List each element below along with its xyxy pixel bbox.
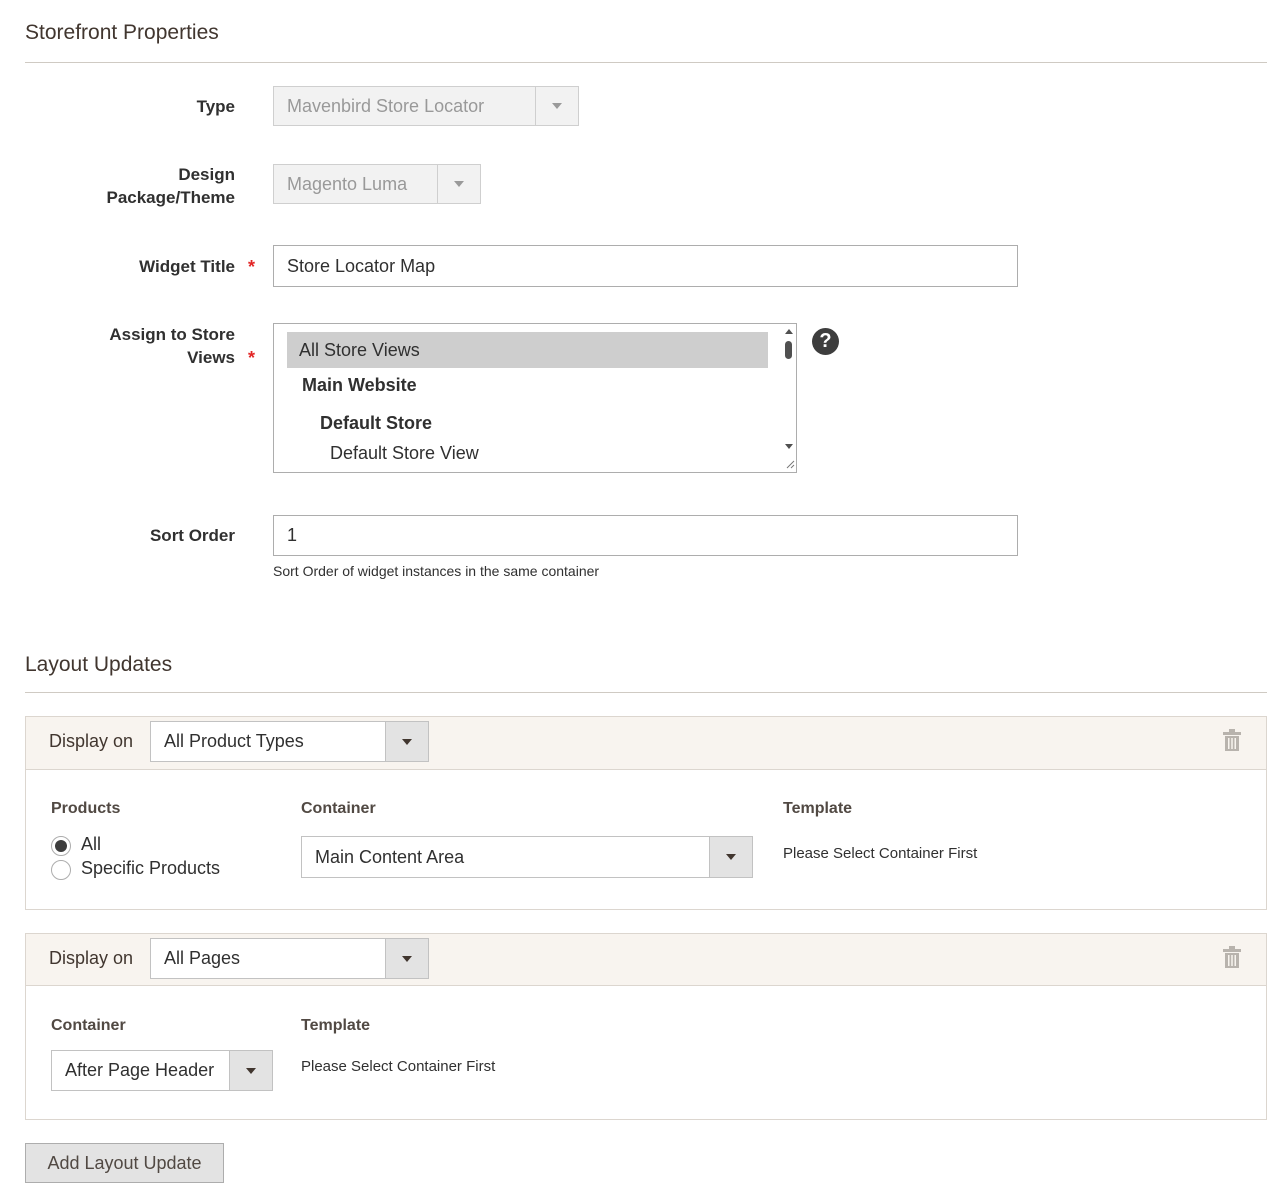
required-mark: * xyxy=(248,348,256,368)
layout-update-header: Display on All Product Types xyxy=(26,717,1266,770)
container-title: Container xyxy=(51,1017,126,1034)
scroll-up-icon[interactable] xyxy=(785,329,793,334)
template-title: Template xyxy=(301,1017,371,1034)
type-label: Type xyxy=(196,97,235,116)
products-radio-all-label[interactable]: All xyxy=(81,834,101,855)
store-view-option-store[interactable]: Default Store xyxy=(320,413,432,434)
display-on-toggle[interactable] xyxy=(385,939,428,978)
widget-title-label: Widget Title xyxy=(139,257,235,276)
design-label-line1: Design xyxy=(178,165,235,184)
display-on-label: Display on xyxy=(49,948,134,968)
chevron-down-icon xyxy=(402,955,412,962)
chevron-down-icon xyxy=(402,738,412,745)
divider xyxy=(25,62,1267,63)
display-on-select[interactable]: All Pages xyxy=(150,938,429,979)
design-theme-value: Magento Luma xyxy=(287,173,408,194)
store-views-label-line2: Views xyxy=(187,348,235,367)
container-value: Main Content Area xyxy=(315,846,465,867)
trash-icon[interactable] xyxy=(1223,946,1241,968)
products-title: Products xyxy=(51,800,121,817)
display-on-toggle[interactable] xyxy=(385,722,428,761)
design-theme-toggle[interactable] xyxy=(437,165,480,203)
display-on-select[interactable]: All Product Types xyxy=(150,721,429,762)
display-on-value: All Pages xyxy=(164,948,241,968)
design-label: Design Package/Theme xyxy=(106,163,235,209)
layout-update-panel: Display on All Product Types Products Al… xyxy=(25,716,1267,910)
chevron-down-icon xyxy=(454,181,464,187)
store-views-multiselect[interactable]: All Store Views Main Website Default Sto… xyxy=(273,323,797,473)
display-on-label: Display on xyxy=(49,731,134,751)
sort-order-input[interactable]: 1 xyxy=(273,515,1018,556)
section-title-storefront: Storefront Properties xyxy=(25,21,219,44)
resize-handle-icon[interactable] xyxy=(786,460,795,469)
section-title-layout: Layout Updates xyxy=(25,653,173,676)
design-label-line2: Package/Theme xyxy=(106,188,235,207)
container-title: Container xyxy=(301,800,376,817)
chevron-down-icon xyxy=(552,103,562,109)
add-layout-update-button[interactable]: Add Layout Update xyxy=(25,1143,224,1183)
container-toggle[interactable] xyxy=(229,1051,272,1090)
store-views-label: Assign to Store Views xyxy=(109,323,235,369)
sort-order-note: Sort Order of widget instances in the sa… xyxy=(273,563,600,579)
container-toggle[interactable] xyxy=(709,837,752,877)
template-value: Please Select Container First xyxy=(301,1058,496,1075)
layout-update-panel: Display on All Pages Container After Pag… xyxy=(25,933,1267,1120)
trash-icon[interactable] xyxy=(1223,729,1241,751)
products-radio-specific-label[interactable]: Specific Products xyxy=(81,858,220,879)
chevron-down-icon xyxy=(246,1067,256,1074)
type-select-value: Mavenbird Store Locator xyxy=(287,95,485,116)
products-radio-all[interactable] xyxy=(51,836,71,856)
type-select-toggle[interactable] xyxy=(535,87,578,125)
scrollbar-thumb[interactable] xyxy=(785,341,792,359)
design-theme-select[interactable]: Magento Luma xyxy=(273,164,481,204)
help-icon[interactable]: ? xyxy=(812,328,839,355)
chevron-down-icon xyxy=(726,854,736,860)
store-view-option-website[interactable]: Main Website xyxy=(302,375,417,396)
store-views-label-line1: Assign to Store xyxy=(109,325,235,344)
store-view-option-default[interactable]: Default Store View xyxy=(330,443,479,464)
container-select[interactable]: Main Content Area xyxy=(301,836,753,878)
store-view-option-all[interactable]: All Store Views xyxy=(287,332,768,368)
container-select[interactable]: After Page Header xyxy=(51,1050,273,1091)
required-mark: * xyxy=(248,257,256,277)
layout-update-header: Display on All Pages xyxy=(26,934,1266,986)
products-radio-specific[interactable] xyxy=(51,860,71,880)
sort-order-label: Sort Order xyxy=(149,526,235,545)
container-value: After Page Header xyxy=(65,1060,215,1080)
widget-title-input[interactable]: Store Locator Map xyxy=(273,245,1018,287)
scroll-down-icon[interactable] xyxy=(785,444,793,449)
type-select[interactable]: Mavenbird Store Locator xyxy=(273,86,579,126)
radio-selected-dot xyxy=(55,840,67,852)
template-value: Please Select Container First xyxy=(783,845,978,862)
template-title: Template xyxy=(783,800,853,817)
divider xyxy=(25,692,1267,693)
display-on-value: All Product Types xyxy=(164,731,304,751)
